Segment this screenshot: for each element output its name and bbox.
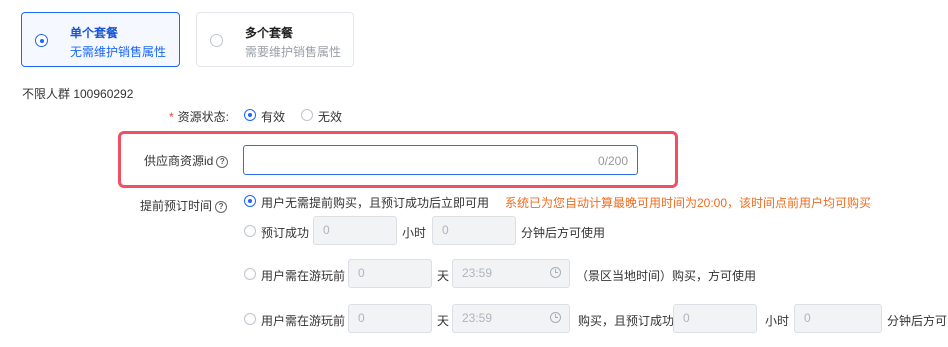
booking-option-before-play-radio[interactable] (244, 268, 256, 280)
supplier-id-label-text: 供应商资源id (144, 154, 214, 168)
local-time-suffix: （景区当地时间）购买，方可使用 (576, 269, 757, 283)
status-valid-radio[interactable] (244, 109, 256, 121)
booking-option-after-success-radio[interactable] (244, 225, 256, 237)
days-unit: 天 (437, 314, 450, 328)
minutes-input[interactable]: 0 (794, 304, 882, 333)
single-package-title: 单个套餐 (70, 26, 119, 40)
minutes-suffix: 分钟后方可使用 (521, 226, 606, 240)
required-mark: * (169, 110, 174, 124)
time-value: 23:59 (462, 311, 493, 325)
help-icon[interactable]: ? (216, 156, 229, 168)
booking-option-immediate-label[interactable]: 用户无需提前购买，且预订成功后立即可用 (261, 194, 489, 211)
resource-status-label-text: 资源状态: (177, 110, 230, 124)
status-invalid-label[interactable]: 无效 (318, 108, 342, 125)
booking-option-before-play-label[interactable]: 用户需在游玩前 (261, 267, 345, 284)
advance-booking-label: 提前预订时间? (140, 197, 228, 214)
status-invalid-radio[interactable] (301, 109, 313, 121)
char-counter: 0/200 (597, 154, 628, 168)
audience-line: 不限人群 100960292 (22, 87, 134, 101)
single-package-subtitle: 无需维护销售属性 (70, 45, 167, 59)
hours-unit: 小时 (402, 226, 427, 240)
resource-status-label: * 资源状态: (169, 108, 229, 125)
single-package-card[interactable]: 单个套餐 无需维护销售属性 (21, 12, 180, 67)
hours-unit: 小时 (765, 314, 790, 328)
multi-package-title: 多个套餐 (245, 26, 294, 40)
time-picker[interactable]: 23:59 (452, 304, 570, 333)
purchase-after-success-text: 购买，且预订成功 (578, 314, 675, 328)
clock-icon (550, 267, 561, 278)
help-icon[interactable]: ? (215, 201, 228, 213)
supplier-id-input[interactable]: 0/200 (243, 145, 638, 175)
booking-option-after-success-label[interactable]: 预订成功 (261, 224, 309, 241)
single-package-radio[interactable] (35, 34, 48, 47)
status-valid-label[interactable]: 有效 (261, 108, 285, 125)
days-input[interactable]: 0 (348, 304, 432, 333)
multi-package-subtitle: 需要维护销售属性 (245, 45, 342, 59)
hours-input[interactable]: 0 (313, 216, 397, 245)
minutes-input[interactable]: 0 (432, 216, 516, 245)
booking-option-before-play-after-success-label[interactable]: 用户需在游玩前 (261, 312, 345, 329)
hours-input[interactable]: 0 (673, 304, 757, 333)
multi-package-radio[interactable] (210, 34, 223, 47)
clock-icon (550, 312, 561, 323)
booking-option-immediate-radio[interactable] (244, 195, 256, 207)
advance-booking-label-text: 提前预订时间 (140, 199, 213, 213)
days-unit: 天 (437, 269, 450, 283)
time-picker[interactable]: 23:59 (452, 259, 570, 288)
multi-package-card[interactable]: 多个套餐 需要维护销售属性 (196, 12, 354, 67)
supplier-id-label: 供应商资源id? (144, 152, 229, 169)
time-value: 23:59 (462, 266, 493, 280)
minutes-suffix: 分钟后方可 (887, 314, 948, 328)
booking-option-before-play-after-success-radio[interactable] (244, 313, 256, 325)
days-input[interactable]: 0 (348, 259, 432, 288)
auto-calc-notice: 系统已为您自动计算最晚可用时间为20:00，该时间点前用户均可购买 (505, 196, 872, 210)
